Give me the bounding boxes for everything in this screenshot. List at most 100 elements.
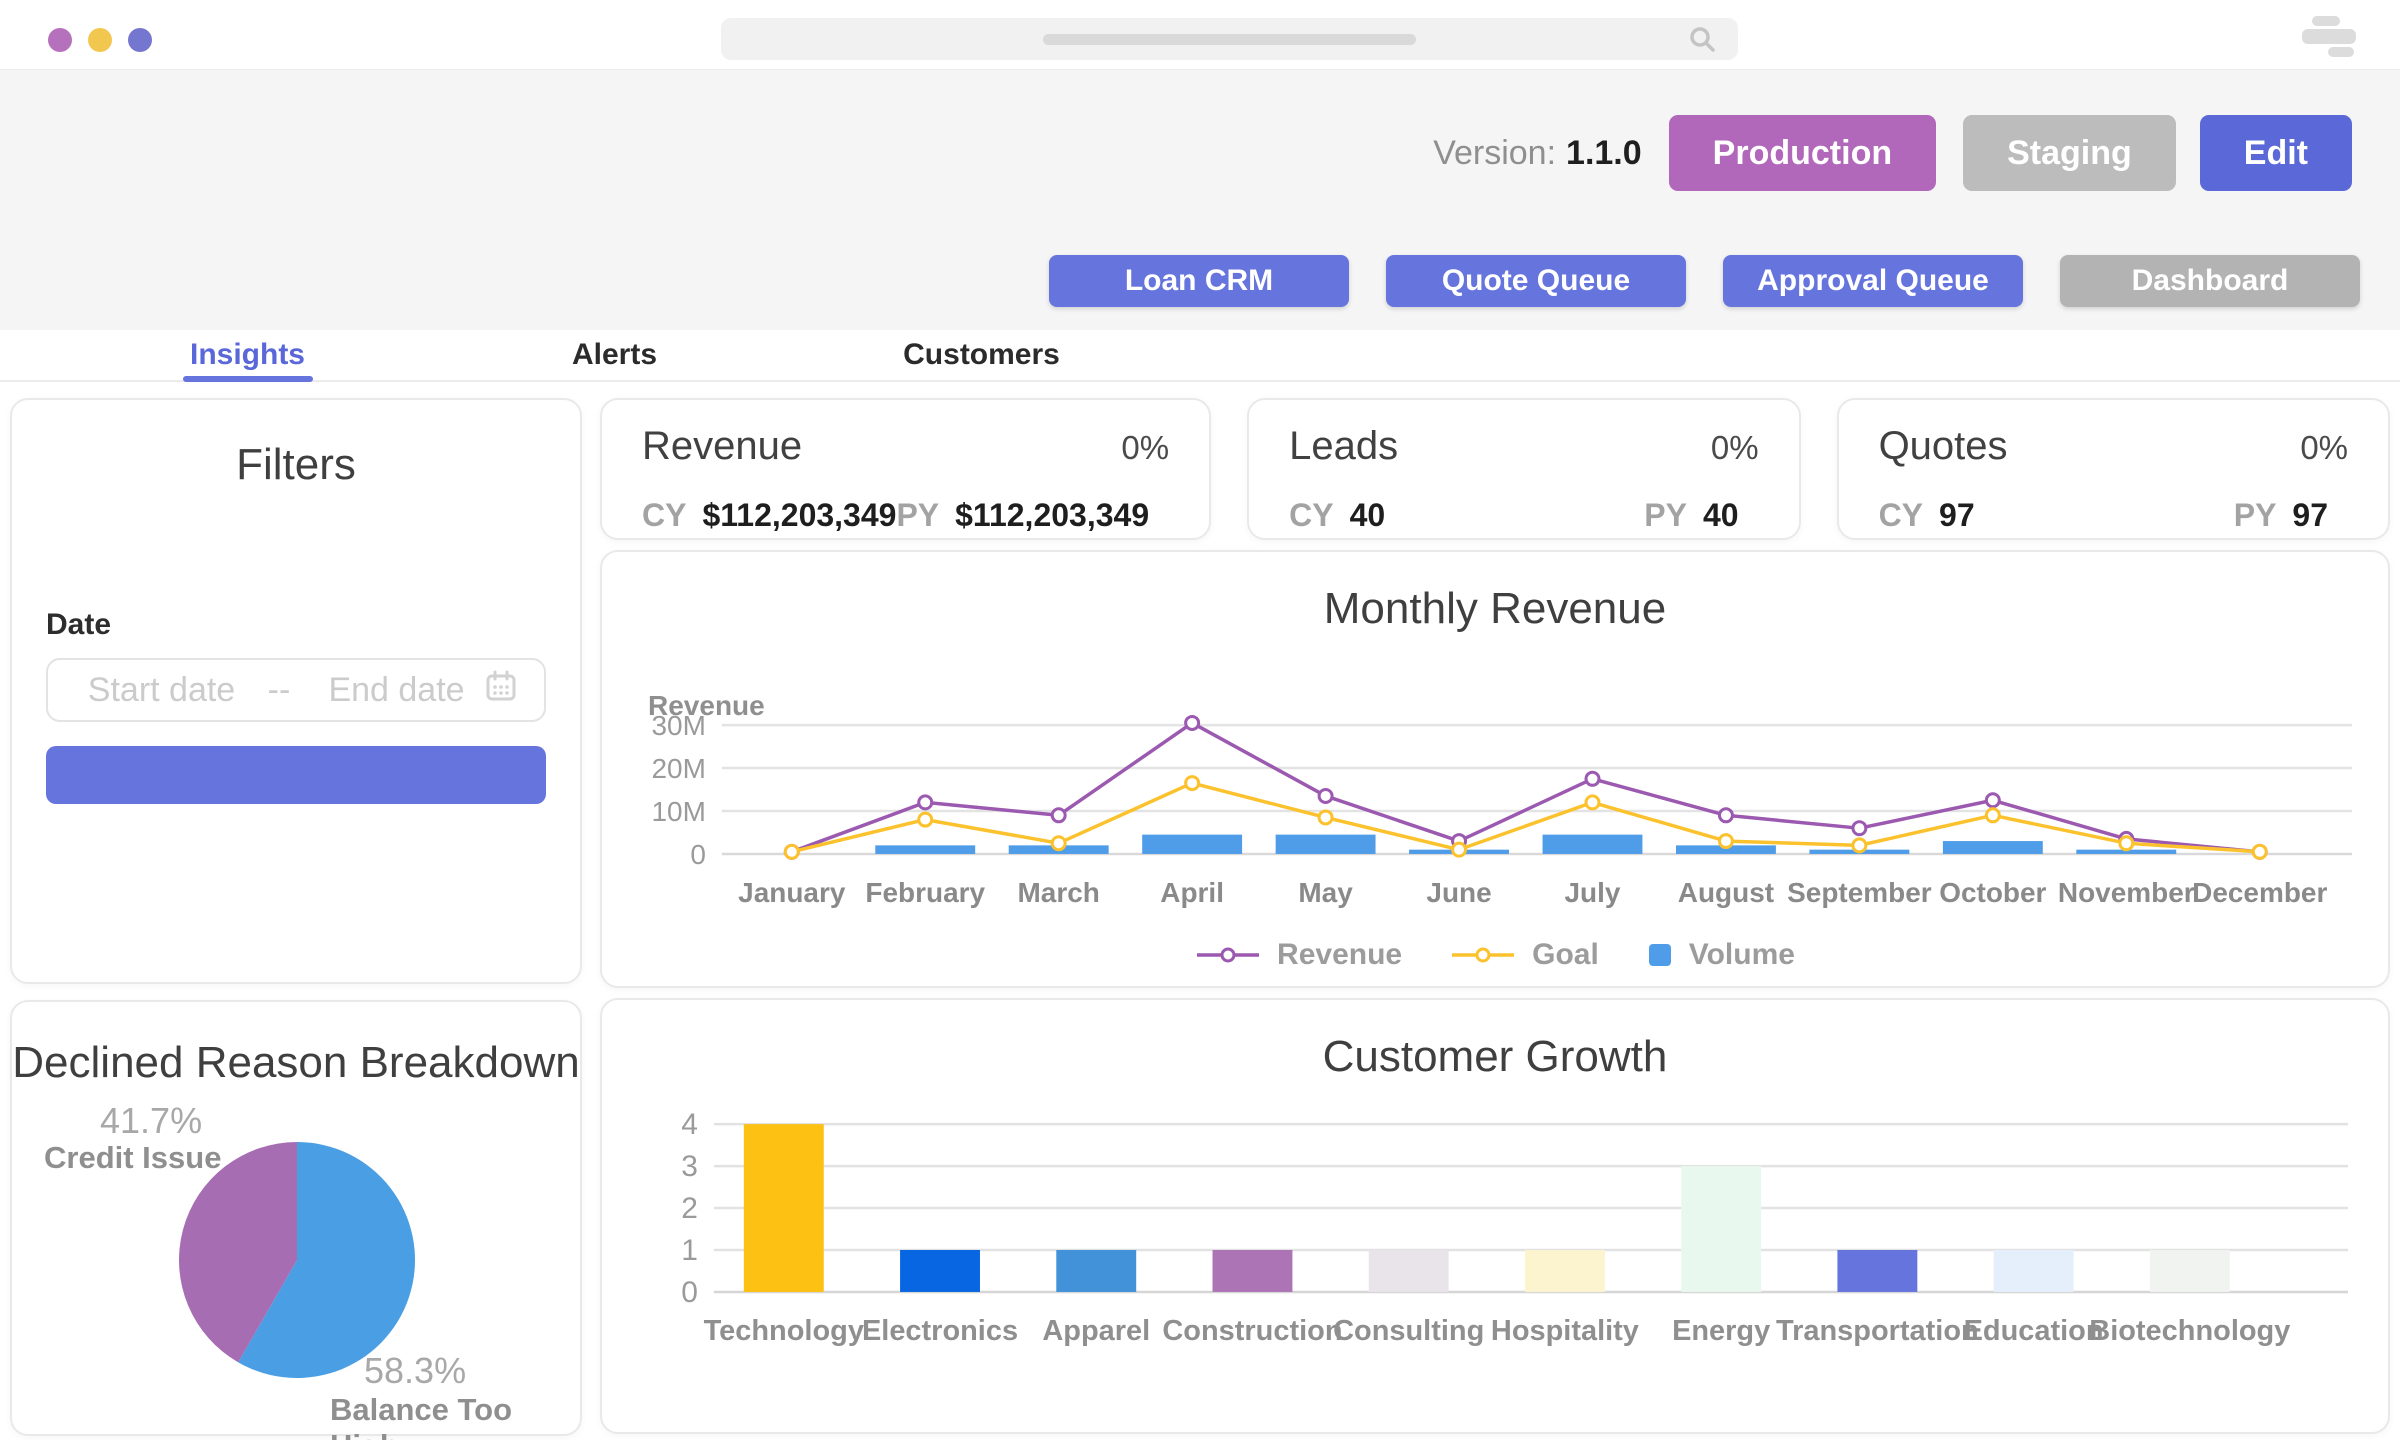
legend-item-goal[interactable]: Goal [1450,938,1599,972]
kpi-revenue-pct: 0% [1121,429,1169,467]
kpi-leads-py-label: PY [1644,497,1687,534]
search-icon[interactable] [1688,25,1716,58]
calendar-icon[interactable] [484,669,518,712]
start-date-placeholder[interactable]: Start date [74,671,249,710]
svg-text:Electronics: Electronics [862,1315,1018,1347]
svg-text:December: December [2192,877,2327,908]
svg-text:Biotechnology: Biotechnology [2089,1315,2290,1347]
declined-reason-card: Declined Reason Breakdown 41.7% Credit I… [10,1000,582,1436]
svg-text:30M: 30M [651,712,705,741]
svg-text:20M: 20M [651,753,705,784]
filters-title: Filters [46,440,546,490]
app-nav: Loan CRM Quote Queue Approval Queue Dash… [1049,255,2360,307]
right-column: Revenue 0% CY $112,203,349 PY $112,203,3… [600,398,2390,1436]
kpi-card-leads: Leads 0% CY 40 PY 40 [1247,398,1800,540]
address-placeholder-bar [1043,34,1416,45]
window-minimize-button[interactable] [88,28,112,52]
revenue-legend-marker-icon [1195,942,1261,968]
active-tab-underline [183,376,313,382]
svg-text:Transportation: Transportation [1776,1315,1979,1347]
app-header: Version: 1.1.0 Production Staging Edit L… [0,70,2400,330]
kpi-leads-cy-value: 40 [1350,497,1386,534]
kpi-card-quotes: Quotes 0% CY 97 PY 97 [1837,398,2390,540]
svg-text:10M: 10M [651,796,705,827]
kpi-revenue-cy-label: CY [642,497,686,534]
end-date-placeholder[interactable]: End date [309,671,484,710]
date-filter-label: Date [46,608,546,642]
legend-label-volume: Volume [1689,938,1795,972]
kpi-revenue-py-label: PY [896,497,939,534]
kpi-revenue-py-value: $112,203,349 [955,497,1149,534]
tab-alerts-label: Alerts [572,338,657,372]
tab-insights[interactable]: Insights [64,330,431,380]
svg-text:April: April [1160,877,1224,908]
svg-text:0: 0 [690,839,706,870]
kpi-quotes-cy-label: CY [1879,497,1923,534]
window-close-button[interactable] [48,28,72,52]
svg-text:0: 0 [681,1276,698,1309]
customer-growth-chart: 01234TechnologyElectronicsApparelConstru… [602,1096,2388,1396]
edit-button[interactable]: Edit [2200,115,2352,191]
svg-text:2: 2 [681,1192,698,1225]
window-zoom-button[interactable] [128,28,152,52]
monthly-revenue-card: Monthly Revenue Revenue 010M20M30MJanuar… [600,550,2390,988]
staging-button[interactable]: Staging [1963,115,2176,191]
tab-insights-label: Insights [190,338,305,372]
production-button[interactable]: Production [1669,115,1936,191]
kpi-row: Revenue 0% CY $112,203,349 PY $112,203,3… [600,398,2390,540]
version-label: Version: [1433,134,1556,173]
kpi-leads-pct: 0% [1711,429,1759,467]
browser-menu-icon[interactable] [2302,16,2364,57]
kpi-quotes-py-value: 97 [2292,497,2328,534]
svg-text:Education: Education [1964,1315,2104,1347]
tab-customers[interactable]: Customers [798,330,1165,380]
dashboard-content: Filters Date Start date -- End date [0,382,2400,1436]
kpi-leads-cy-label: CY [1289,497,1333,534]
kpi-revenue-cy-value: $112,203,349 [702,497,896,534]
apply-filter-button[interactable] [46,746,546,804]
goal-legend-marker-icon [1450,942,1516,968]
svg-text:August: August [1678,877,1774,908]
kpi-card-revenue: Revenue 0% CY $112,203,349 PY $112,203,3… [600,398,1211,540]
kpi-leads-py-value: 40 [1703,497,1739,534]
nav-loan-crm-button[interactable]: Loan CRM [1049,255,1349,307]
svg-text:September: September [1787,877,1932,908]
credit-issue-pct-label: 41.7% [100,1100,202,1142]
svg-text:February: February [865,877,985,908]
nav-quote-queue-button[interactable]: Quote Queue [1386,255,1686,307]
svg-text:May: May [1298,877,1353,908]
legend-item-volume[interactable]: Volume [1647,938,1795,972]
nav-dashboard-button[interactable]: Dashboard [2060,255,2360,307]
kpi-leads-title: Leads [1289,424,1398,469]
legend-item-revenue[interactable]: Revenue [1195,938,1402,972]
svg-text:3: 3 [681,1150,698,1183]
customer-growth-card: Customer Growth 01234TechnologyElectroni… [600,998,2390,1434]
svg-text:March: March [1018,877,1100,908]
tab-customers-label: Customers [903,338,1060,372]
tab-alerts[interactable]: Alerts [431,330,798,380]
monthly-revenue-chart: 0 10M 20M 30M January February March April May Ju… [602,712,2388,912]
version-value: 1.1.0 [1566,134,1642,173]
svg-text:1: 1 [681,1234,698,1267]
svg-text:Construction: Construction [1162,1315,1342,1347]
filters-card: Filters Date Start date -- End date [10,398,582,984]
legend-label-goal: Goal [1532,938,1599,972]
nav-approval-queue-button[interactable]: Approval Queue [1723,255,2023,307]
date-range-input[interactable]: Start date -- End date [46,658,546,722]
volume-legend-marker-icon [1647,942,1673,968]
kpi-quotes-title: Quotes [1879,424,2008,469]
svg-text:November: November [2058,877,2195,908]
svg-text:4: 4 [681,1108,698,1141]
window-controls [48,28,152,52]
kpi-revenue-title: Revenue [642,424,802,469]
credit-issue-name-label: Credit Issue [44,1140,221,1176]
svg-text:Technology: Technology [704,1315,864,1347]
kpi-quotes-py-label: PY [2234,497,2277,534]
kpi-quotes-pct: 0% [2300,429,2348,467]
svg-text:Hospitality: Hospitality [1491,1315,1639,1347]
balance-too-high-pct-label: 58.3% [364,1350,466,1392]
version-row: Version: 1.1.0 Production Staging Edit [1433,115,2352,191]
svg-text:January: January [738,877,846,908]
svg-text:June: June [1426,877,1491,908]
address-search-input[interactable] [721,18,1738,60]
